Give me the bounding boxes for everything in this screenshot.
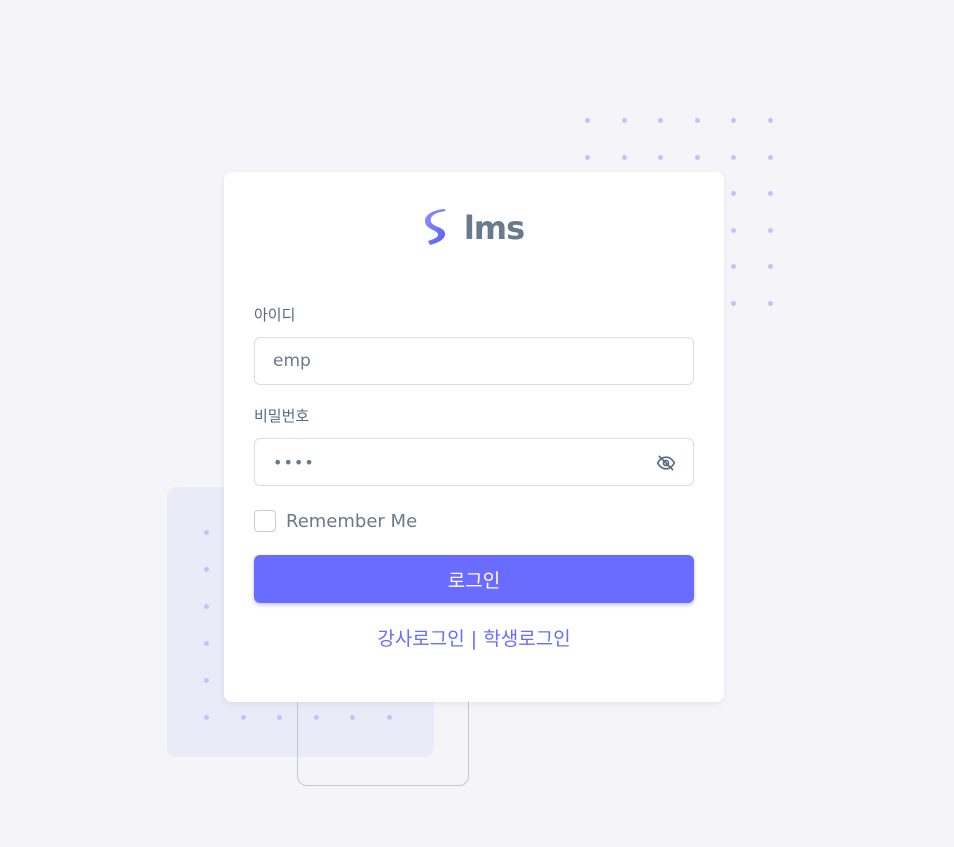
- lms-logo-icon: [424, 209, 446, 245]
- decorative-dot: [621, 154, 627, 160]
- student-login-link[interactable]: 학생로그인: [483, 628, 570, 650]
- decorative-dot: [585, 154, 590, 160]
- decorative-dot: [767, 264, 773, 269]
- decorative-dot: [585, 118, 590, 123]
- decorative-dot: [767, 154, 773, 160]
- remember-label: Remember Me: [286, 510, 418, 532]
- decorative-dot: [731, 227, 736, 233]
- password-label: 비밀번호: [254, 407, 310, 425]
- id-label: 아이디: [254, 306, 296, 324]
- brand: lms: [224, 208, 724, 248]
- alt-login-links: 강사로그인 | 학생로그인: [224, 624, 724, 651]
- password-input-value: ••••: [273, 452, 315, 472]
- decorative-dot: [621, 118, 627, 123]
- decorative-dot: [767, 191, 773, 196]
- eye-off-icon[interactable]: [656, 453, 676, 473]
- id-input[interactable]: emp: [254, 337, 694, 385]
- decorative-dot: [731, 300, 736, 306]
- decorative-dot: [731, 264, 736, 269]
- decorative-dot: [731, 191, 736, 196]
- id-input-value: emp: [273, 351, 311, 371]
- decorative-dot: [386, 715, 392, 720]
- decorative-dot: [694, 118, 700, 123]
- login-card: lms 아이디 emp 비밀번호 •••• Remember Me 로그인 강사…: [224, 172, 724, 702]
- decorative-dot: [731, 118, 736, 123]
- decorative-dot: [204, 530, 209, 535]
- decorative-dot: [204, 604, 209, 609]
- decorative-dot: [313, 715, 319, 720]
- decorative-dot: [350, 715, 355, 720]
- link-separator: |: [470, 628, 478, 650]
- remember-me[interactable]: Remember Me: [254, 510, 417, 532]
- decorative-dot: [731, 154, 736, 160]
- teacher-login-link[interactable]: 강사로그인: [377, 628, 464, 650]
- decorative-dot: [694, 154, 700, 160]
- decorative-dot: [204, 715, 209, 720]
- decorative-dot: [204, 678, 209, 683]
- decorative-dot: [204, 567, 209, 572]
- decorative-dot: [658, 118, 663, 123]
- login-button[interactable]: 로그인: [254, 555, 694, 603]
- decorative-dot: [204, 641, 209, 646]
- decorative-dot: [767, 300, 773, 306]
- decorative-dot: [767, 118, 773, 123]
- decorative-dot: [240, 715, 246, 720]
- decorative-dot: [767, 227, 773, 233]
- brand-name: lms: [463, 209, 525, 247]
- decorative-dot: [277, 715, 282, 720]
- remember-checkbox[interactable]: [254, 510, 276, 532]
- password-input[interactable]: ••••: [254, 438, 694, 486]
- decorative-dot: [658, 154, 663, 160]
